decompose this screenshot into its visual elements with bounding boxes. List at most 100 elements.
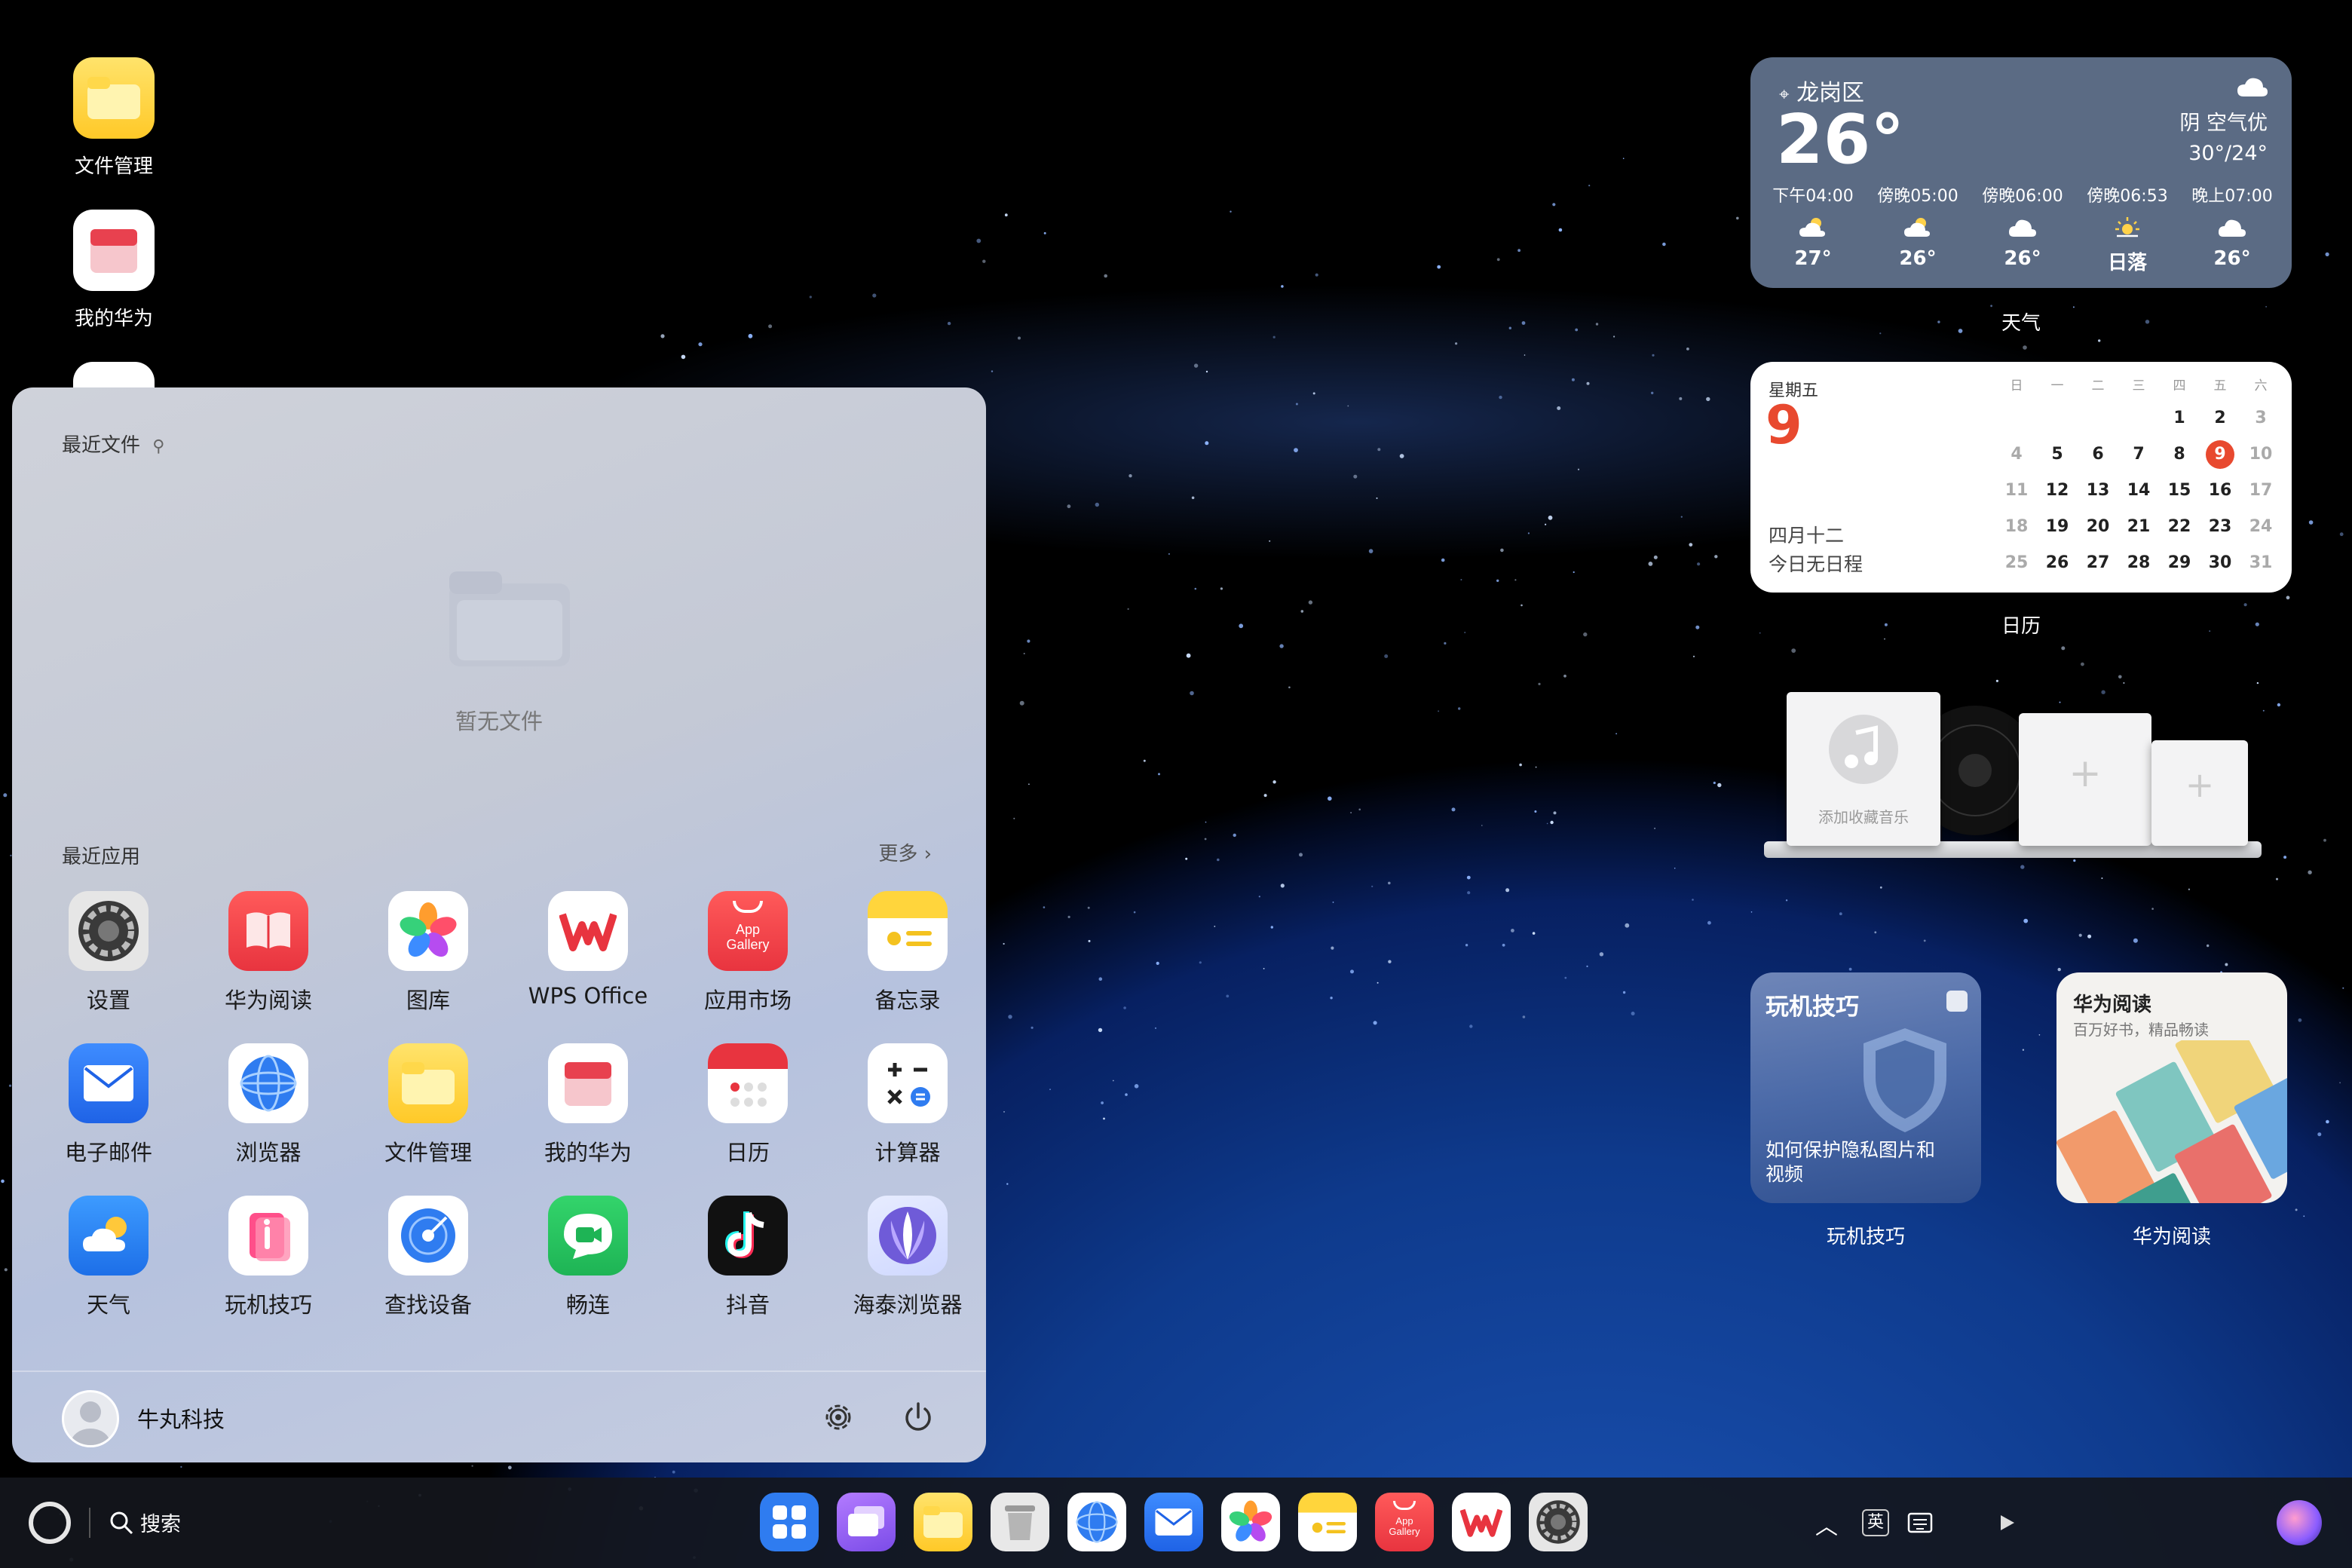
play-icon[interactable] [1996,1512,2017,1533]
calendar-date-cell[interactable]: 9 [2206,440,2234,469]
trash-icon [1005,1505,1035,1540]
tips-widget[interactable]: 玩机技巧 如何保护隐私图片和 视频 [1750,972,1981,1203]
calendar-date-cell[interactable]: 13 [2078,476,2118,505]
calendar-date-cell[interactable]: 15 [2159,476,2200,505]
cloud-icon [2237,78,2268,96]
taskbar-multi-window[interactable] [837,1493,896,1551]
calendar-date-cell[interactable]: 28 [2118,549,2159,577]
calendar-date-cell[interactable]: 17 [2240,476,2281,505]
calendar-date-cell[interactable]: 30 [2200,549,2240,577]
app-email[interactable]: 电子邮件 [29,1043,188,1167]
star [1353,474,1358,479]
star [1004,213,1008,217]
calendar-date-cell[interactable]: 6 [2078,440,2118,469]
star [1496,258,1500,262]
taskbar-settings[interactable] [1529,1493,1588,1551]
taskbar-browser[interactable] [1067,1493,1126,1551]
calendar-date-cell[interactable]: 19 [2037,513,2078,541]
calendar-date-cell[interactable]: 26 [2037,549,2078,577]
app-gallery[interactable]: 图库 [348,891,508,1015]
weather-widget-caption: 天气 [2001,312,2041,335]
calendar-date-cell[interactable]: 5 [2037,440,2078,469]
calendar-date-cell[interactable]: 4 [1996,440,2037,469]
music-slot[interactable]: + [2151,740,2248,846]
app-calendar[interactable]: 日历 [668,1043,828,1167]
app-browser[interactable]: 浏览器 [188,1043,348,1167]
huawei-books-icon [228,891,308,971]
calendar-date-cell[interactable]: 16 [2200,476,2240,505]
star [2277,703,2281,707]
power-button[interactable] [900,1399,936,1435]
app-find-device[interactable]: 查找设备 [348,1196,508,1319]
app-weather[interactable]: 天气 [29,1196,188,1319]
calendar-date-cell[interactable]: 23 [2200,513,2240,541]
add-music-card[interactable]: 添加收藏音乐 [1787,692,1940,846]
calendar-date-cell[interactable]: 25 [1996,549,2037,577]
taskbar-email[interactable] [1144,1493,1203,1551]
star [1067,915,1070,918]
desktop-icon-my-huawei[interactable]: 我的华为 [50,210,178,331]
calendar-date-cell[interactable]: 20 [2078,513,2118,541]
calendar-date-cell[interactable]: 7 [2118,440,2159,469]
app-haitai-browser[interactable]: 海泰浏览器 [828,1196,986,1319]
calendar-date-cell[interactable]: 1 [2159,404,2200,433]
calendar-date-cell[interactable]: 24 [2240,513,2281,541]
weather-widget[interactable]: ⌖ 龙岗区 26° 阴 空气优 30°/24° 下午04:00 27° 傍晚05… [1750,57,2292,288]
pin-icon[interactable]: ⚲ [152,437,164,456]
star [2038,1034,2041,1036]
tray-expand-button[interactable]: ︿ [1815,1508,1838,1541]
browser-icon [228,1043,308,1123]
more-button[interactable]: 更多 › [878,838,932,866]
taskbar-gallery[interactable] [1221,1493,1280,1551]
calendar-date-cell[interactable]: 22 [2159,513,2200,541]
app-app-gallery[interactable]: App Gallery 应用市场 [668,891,828,1015]
app-douyin[interactable]: 抖音 [668,1196,828,1319]
taskbar-wps-office[interactable] [1452,1493,1511,1551]
app-notes[interactable]: 备忘录 [828,891,986,1015]
calendar-date-cell[interactable]: 8 [2159,440,2200,469]
keyboard-icon[interactable] [1907,1511,1937,1535]
star [1269,540,1271,542]
calendar-widget[interactable]: 星期五 9 四月十二 今日无日程 日一二三四五六 1 2 3 4 5 6 7 8 9 10 11 12 1… [1750,362,2292,593]
taskbar-file-manager[interactable] [914,1493,972,1551]
celia-assistant-icon[interactable] [2277,1500,2322,1545]
taskbar-trash[interactable] [991,1493,1049,1551]
calendar-date-cell[interactable]: 21 [2118,513,2159,541]
app-label: 图库 [406,988,450,1013]
calendar-date-cell[interactable]: 12 [2037,476,2078,505]
huawei-books-widget[interactable]: 华为阅读 百万好书，精品畅读 [2056,972,2287,1203]
tips-description: 如何保护隐私图片和 视频 [1766,1139,1936,1185]
star [982,259,986,263]
star [1388,960,1392,963]
taskbar-notes[interactable] [1298,1493,1357,1551]
calendar-date-cell[interactable]: 10 [2240,440,2281,469]
app-file-manager[interactable]: 文件管理 [348,1043,508,1167]
app-wps-office[interactable]: WPS Office [508,891,668,1015]
settings-button[interactable] [820,1399,856,1435]
music-slot[interactable]: + [2019,713,2151,846]
app-huawei-books[interactable]: 华为阅读 [188,891,348,1015]
calendar-date-cell[interactable]: 3 [2240,404,2281,433]
calendar-date-cell[interactable]: 27 [2078,549,2118,577]
app-calculator[interactable]: 计算器 [828,1043,986,1167]
calendar-date-cell[interactable]: 31 [2240,549,2281,577]
input-method-button[interactable]: 英 [1862,1509,1889,1536]
calendar-date-cell[interactable]: 14 [2118,476,2159,505]
star [2317,1132,2322,1137]
app-my-huawei[interactable]: 我的华为 [508,1043,668,1167]
start-button[interactable] [29,1502,71,1544]
app-tips[interactable]: 玩机技巧 [188,1196,348,1319]
app-meetime[interactable]: 畅连 [508,1196,668,1319]
music-widget[interactable]: 添加收藏音乐 + + [1764,686,2262,867]
calendar-date-cell[interactable]: 29 [2159,549,2200,577]
star [872,293,877,298]
calendar-date-cell[interactable]: 2 [2200,404,2240,433]
taskbar-app-gallery[interactable]: App Gallery [1375,1493,1434,1551]
calendar-date-cell[interactable]: 18 [1996,513,2037,541]
desktop-icon-file-manager[interactable]: 文件管理 [50,57,178,179]
taskbar-app-center[interactable] [760,1493,819,1551]
avatar[interactable] [62,1390,119,1447]
taskbar-search[interactable]: 搜索 [109,1508,181,1537]
calendar-date-cell[interactable]: 11 [1996,476,2037,505]
app-settings[interactable]: 设置 [29,891,188,1015]
